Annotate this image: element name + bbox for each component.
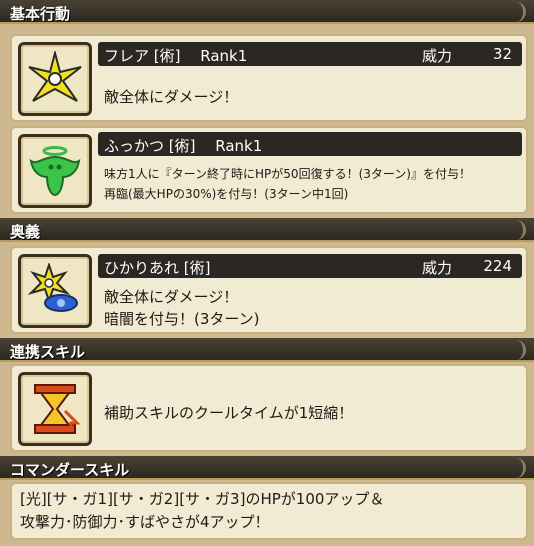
angel-revive-icon — [18, 134, 92, 208]
skill-card-flare[interactable]: フレア [術] Rank1 威力 32 敵全体にダメージ！ — [10, 34, 528, 122]
scroll-curl-icon — [509, 458, 526, 478]
skill-description: 敵全体にダメージ！ — [104, 88, 239, 106]
section-title-renkei: 連携スキル — [10, 343, 86, 361]
power-value: 32 — [492, 45, 512, 63]
skill-name: ひかりあれ [術] — [104, 259, 211, 277]
section-title-basic: 基本行動 — [10, 5, 71, 23]
skill-description: 敵全体にダメージ！ 暗闇を付与！(3ターン) — [104, 288, 260, 328]
section-title-ougi: 奥義 — [10, 223, 41, 241]
skill-name-bar: フレア [術] Rank1 威力 32 — [98, 42, 522, 66]
hourglass-icon — [18, 372, 92, 446]
section-header-renkei: 連携スキル — [0, 338, 534, 362]
skill-name-bar: ひかりあれ [術] 威力 224 — [98, 254, 522, 278]
skill-description: [光][サ・ガ1][サ・ガ2][サ・ガ3]のHPが100アップ＆ 攻撃力･防御力… — [20, 490, 385, 531]
shuriken-eye-icon — [18, 254, 92, 328]
skill-description: 味方1人に『ターン終了時にHPが50回復する！(3ターン)』を付与！ 再臨(最大… — [104, 167, 471, 201]
section-title-commander: コマンダースキル — [10, 461, 130, 479]
power-label: 威力 — [422, 259, 453, 277]
skill-name: フレア [術] Rank1 — [104, 47, 248, 65]
scroll-curl-icon — [509, 340, 526, 360]
skill-card-renkei[interactable]: 補助スキルのクールタイムが1短縮！ — [10, 364, 528, 452]
skill-description: 補助スキルのクールタイムが1短縮！ — [104, 404, 354, 422]
scroll-curl-icon — [509, 220, 526, 240]
skill-card-fukkatsu[interactable]: ふっかつ [術] Rank1 味方1人に『ターン終了時にHPが50回復する！(3… — [10, 126, 528, 214]
section-header-commander: コマンダースキル — [0, 456, 534, 480]
skill-name: ふっかつ [術] Rank1 — [104, 137, 263, 155]
power-label: 威力 — [422, 47, 453, 65]
section-header-basic: 基本行動 — [0, 0, 534, 24]
power-value: 224 — [483, 257, 512, 275]
skill-name-bar: ふっかつ [術] Rank1 — [98, 132, 522, 156]
flare-shuriken-icon — [18, 42, 92, 116]
skill-card-hikari[interactable]: ひかりあれ [術] 威力 224 敵全体にダメージ！ 暗闇を付与！(3ターン) — [10, 246, 528, 334]
scroll-curl-icon — [509, 2, 526, 22]
section-header-ougi: 奥義 — [0, 218, 534, 242]
skill-card-commander[interactable]: [光][サ・ガ1][サ・ガ2][サ・ガ3]のHPが100アップ＆ 攻撃力･防御力… — [10, 482, 528, 540]
